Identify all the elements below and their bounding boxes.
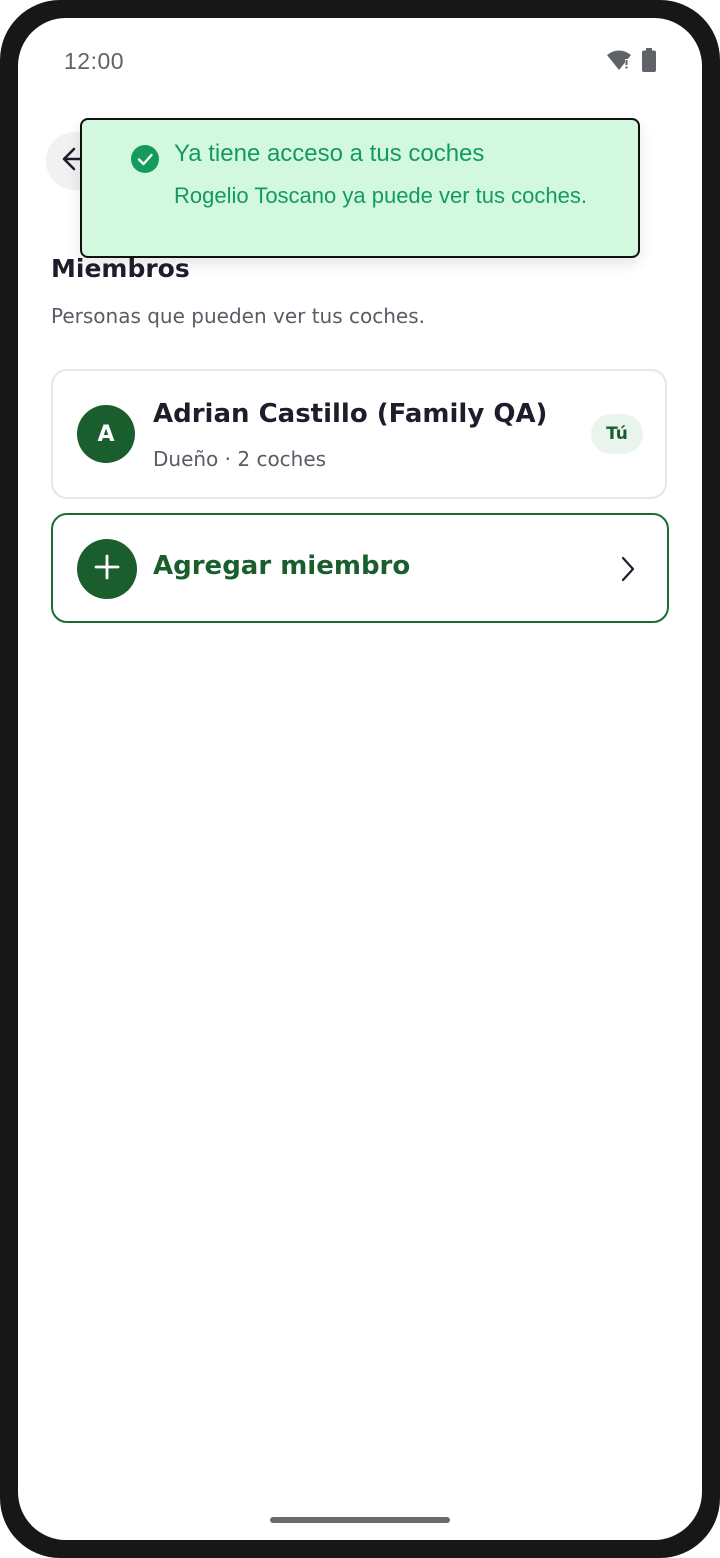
add-member-button[interactable]: Agregar miembro [51,513,669,623]
check-circle-icon [130,144,160,174]
device-frame: 12:00 Ya tiene acceso a tus coches Rogel… [0,0,720,1558]
battery-icon [642,48,656,72]
avatar: A [77,405,135,463]
plus-icon [93,553,121,585]
member-card[interactable]: A Adrian Castillo (Family QA) Dueño · 2 … [51,369,667,499]
chevron-right-icon [619,555,637,587]
home-indicator[interactable] [270,1517,450,1523]
status-bar: 12:00 [18,18,702,102]
status-time: 12:00 [64,48,125,74]
toast-title: Ya tiene acceso a tus coches [174,140,485,167]
wifi-icon [606,49,632,71]
toast-message: Rogelio Toscano ya puede ver tus coches. [174,183,587,208]
add-member-label: Agregar miembro [153,551,411,581]
status-icons [606,48,656,72]
page-subtitle: Personas que pueden ver tus coches. [51,304,425,328]
screen: 12:00 Ya tiene acceso a tus coches Rogel… [18,18,702,1540]
add-member-icon-circle [77,539,137,599]
member-meta: Dueño · 2 coches [153,447,327,471]
success-toast[interactable]: Ya tiene acceso a tus coches Rogelio Tos… [80,118,640,258]
page-title: Miembros [51,254,190,283]
member-name: Adrian Castillo (Family QA) [153,399,548,429]
you-badge: Tú [591,414,643,454]
